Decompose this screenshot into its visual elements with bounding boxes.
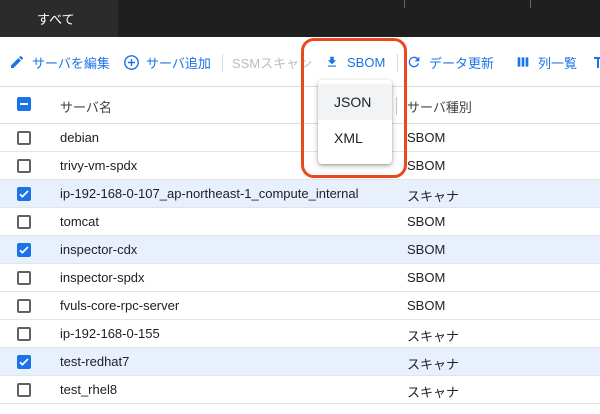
server-type-cell: SBOM xyxy=(407,270,446,285)
pencil-icon xyxy=(8,53,26,71)
server-name-cell[interactable]: ip-192-168-0-155 xyxy=(60,326,386,341)
menu-item-json[interactable]: JSON xyxy=(318,84,392,120)
add-server-button[interactable]: サーバ追加 xyxy=(122,44,211,80)
table-row[interactable]: inspector-cdx SBOM xyxy=(0,236,600,264)
ssm-scan-button[interactable]: SSMスキャン xyxy=(232,44,312,80)
server-name-cell[interactable]: ip-192-168-0-107_ap-northeast-1_compute_… xyxy=(60,186,386,201)
refresh-data-button[interactable]: データ更新 xyxy=(405,44,494,80)
server-name-cell[interactable]: inspector-cdx xyxy=(60,242,386,257)
server-type-cell: SBOM xyxy=(407,298,446,313)
column-list-label: 列一覧 xyxy=(538,55,578,71)
row-checkbox[interactable] xyxy=(17,327,31,341)
server-name-cell[interactable]: test_rhel8 xyxy=(60,382,386,397)
tab-divider xyxy=(530,0,531,8)
more-toolbar-icon[interactable] xyxy=(594,44,600,80)
row-checkbox[interactable] xyxy=(17,383,31,397)
table-row[interactable]: tomcat SBOM xyxy=(0,208,600,236)
tab-bar: すべて xyxy=(0,0,600,37)
select-all-checkbox[interactable] xyxy=(17,97,31,111)
server-type-cell: SBOM xyxy=(407,214,446,229)
row-checkbox[interactable] xyxy=(17,159,31,173)
sbom-format-menu: JSON XML xyxy=(318,80,392,164)
row-checkbox[interactable] xyxy=(17,271,31,285)
table-row[interactable]: fvuls-core-rpc-server SBOM xyxy=(0,292,600,320)
server-type-cell: SBOM xyxy=(407,158,446,173)
sbom-label: SBOM xyxy=(347,54,386,70)
table-row[interactable]: ip-192-168-0-107_ap-northeast-1_compute_… xyxy=(0,180,600,208)
server-type-cell: スキャナ xyxy=(407,357,460,372)
view-column-icon xyxy=(514,53,532,71)
server-type-cell: スキャナ xyxy=(407,329,460,344)
table-row[interactable]: trivy-vm-spdx SBOM xyxy=(0,152,600,180)
ssm-scan-label: SSMスキャン xyxy=(232,55,313,71)
row-checkbox[interactable] xyxy=(17,187,31,201)
server-name-cell[interactable]: test-redhat7 xyxy=(60,354,386,369)
menu-item-xml[interactable]: XML xyxy=(318,120,392,156)
refresh-icon xyxy=(405,53,423,71)
server-type-cell: SBOM xyxy=(407,130,446,145)
server-type-cell: SBOM xyxy=(407,242,446,257)
row-checkbox[interactable] xyxy=(17,355,31,369)
toolbar: サーバを編集 サーバ追加 SSMスキャン SBOM データ更新 列一覧 xyxy=(0,44,600,80)
tab-divider xyxy=(404,0,405,8)
edit-server-button[interactable]: サーバを編集 xyxy=(8,44,110,80)
table-row[interactable]: debian SBOM xyxy=(0,124,600,152)
table-row[interactable]: inspector-spdx SBOM xyxy=(0,264,600,292)
server-name-cell[interactable]: inspector-spdx xyxy=(60,270,386,285)
toolbar-divider xyxy=(222,54,223,72)
table-row[interactable]: ip-192-168-0-155 スキャナ xyxy=(0,320,600,348)
toolbar-divider xyxy=(397,54,398,72)
header-server-type[interactable]: サーバ種別 xyxy=(407,97,472,116)
row-checkbox[interactable] xyxy=(17,131,31,145)
sbom-button[interactable]: SBOM xyxy=(323,44,385,80)
table-row[interactable]: test_rhel8 スキャナ xyxy=(0,376,600,404)
edit-server-label: サーバを編集 xyxy=(32,55,110,71)
table-header: サーバ名 サーバ種別 xyxy=(0,86,600,124)
tab-all[interactable]: すべて xyxy=(0,0,118,37)
add-server-label: サーバ追加 xyxy=(146,55,211,71)
column-divider xyxy=(396,97,397,115)
row-checkbox[interactable] xyxy=(17,243,31,257)
refresh-data-label: データ更新 xyxy=(429,55,495,71)
server-type-cell: スキャナ xyxy=(407,385,460,400)
server-name-cell[interactable]: tomcat xyxy=(60,214,386,229)
tab-all-label: すべて xyxy=(37,12,75,27)
server-name-cell[interactable]: fvuls-core-rpc-server xyxy=(60,298,386,313)
row-checkbox[interactable] xyxy=(17,215,31,229)
server-type-cell: スキャナ xyxy=(407,189,460,204)
row-checkbox[interactable] xyxy=(17,299,31,313)
table-row[interactable]: test-redhat7 スキャナ xyxy=(0,348,600,376)
column-list-button[interactable]: 列一覧 xyxy=(514,44,577,80)
download-icon xyxy=(323,53,341,71)
add-circle-icon xyxy=(122,53,140,71)
header-server-name[interactable]: サーバ名 xyxy=(60,97,112,116)
